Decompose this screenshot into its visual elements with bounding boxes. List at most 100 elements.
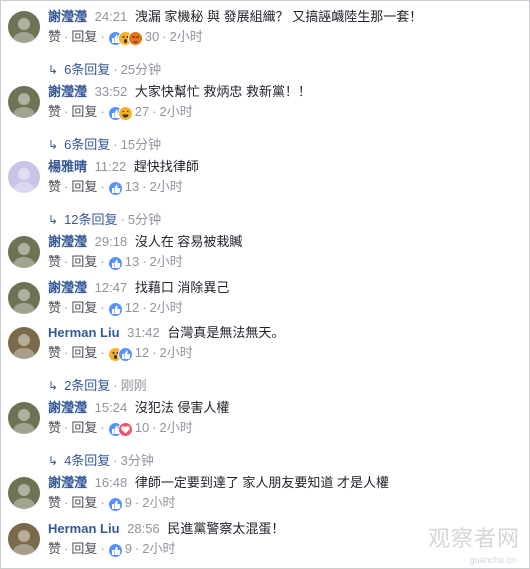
reaction-count[interactable]: 27	[135, 104, 149, 119]
avatar[interactable]	[8, 11, 40, 43]
video-timestamp[interactable]: 29:18	[95, 234, 128, 249]
avatar[interactable]	[8, 282, 40, 314]
like-reaction-icon	[107, 542, 123, 558]
video-timestamp[interactable]: 11:22	[95, 159, 127, 174]
replies-count[interactable]: 2条回复	[64, 378, 110, 393]
haha-reaction-icon	[117, 105, 133, 121]
reaction-count[interactable]: 9	[125, 541, 132, 556]
comment-time[interactable]: 2小时	[150, 179, 183, 194]
reactions-summary[interactable]	[107, 255, 123, 271]
reply-button[interactable]: 回复	[71, 541, 97, 556]
reply-button[interactable]: 回复	[71, 254, 97, 269]
comment-time[interactable]: 2小时	[142, 541, 175, 556]
watermark-url: guancha.cn	[469, 555, 516, 565]
video-timestamp[interactable]: 24:21	[95, 9, 128, 24]
video-timestamp[interactable]: 31:42	[127, 325, 160, 340]
reply-arrow-icon: ↳	[48, 379, 59, 393]
reactions-summary[interactable]	[107, 105, 133, 121]
comment-time[interactable]: 2小时	[160, 345, 193, 360]
like-button[interactable]: 赞	[48, 541, 61, 556]
view-replies-link[interactable]: ↳ 6条回复 · 25分钟	[48, 61, 161, 79]
like-button[interactable]: 赞	[48, 104, 61, 119]
reply-button[interactable]: 回复	[71, 179, 97, 194]
view-replies-link[interactable]: ↳ 12条回复 · 5分钟	[48, 211, 161, 229]
like-reaction-icon	[117, 346, 133, 362]
video-timestamp[interactable]: 28:56	[127, 521, 160, 536]
like-button[interactable]: 赞	[48, 29, 61, 44]
replies-count[interactable]: 6条回复	[64, 62, 110, 77]
reactions-summary[interactable]	[107, 346, 133, 362]
replies-time: 15分钟	[120, 137, 162, 152]
comment-time[interactable]: 2小时	[160, 104, 193, 119]
comment-author[interactable]: 謝瀅瀅	[48, 9, 87, 24]
comment-text: 趕快找律師	[133, 159, 199, 174]
like-button[interactable]: 赞	[48, 420, 61, 435]
like-button[interactable]: 赞	[48, 254, 61, 269]
avatar[interactable]	[8, 523, 40, 555]
reactions-summary[interactable]	[107, 496, 123, 512]
comment-time[interactable]: 2小时	[150, 300, 183, 315]
replies-count[interactable]: 12条回复	[64, 212, 117, 227]
angry-reaction-icon	[127, 30, 143, 46]
comment-author[interactable]: 謝瀅瀅	[48, 234, 87, 249]
comment-author[interactable]: 謝瀅瀅	[48, 84, 87, 99]
reply-button[interactable]: 回复	[71, 420, 97, 435]
reaction-count[interactable]: 12	[125, 300, 139, 315]
reactions-summary[interactable]	[107, 30, 143, 46]
reaction-count[interactable]: 9	[125, 495, 132, 510]
avatar[interactable]	[8, 402, 40, 434]
reply-button[interactable]: 回复	[71, 345, 97, 360]
like-button[interactable]: 赞	[48, 345, 61, 360]
avatar[interactable]	[8, 161, 40, 193]
reply-arrow-icon: ↳	[48, 454, 59, 468]
comment-text: 沒犯法 侵害人權	[134, 400, 230, 415]
reactions-summary[interactable]	[107, 180, 123, 196]
comment-text: 律師一定要到達了 家人朋友要知道 才是人權	[134, 475, 390, 490]
comment-text: 沒人在 容易被栽贓	[134, 234, 243, 249]
comment-author[interactable]: 謝瀅瀅	[48, 280, 87, 295]
reply-button[interactable]: 回复	[71, 300, 97, 315]
avatar[interactable]	[8, 477, 40, 509]
like-reaction-icon	[107, 255, 123, 271]
comment-author[interactable]: 楊雅晴	[48, 159, 87, 174]
reaction-count[interactable]: 13	[125, 254, 139, 269]
reactions-summary[interactable]	[107, 421, 133, 437]
comment-time[interactable]: 2小时	[142, 495, 175, 510]
reply-arrow-icon: ↳	[48, 213, 59, 227]
video-timestamp[interactable]: 15:24	[95, 400, 128, 415]
reply-button[interactable]: 回复	[71, 495, 97, 510]
reaction-count[interactable]: 30	[145, 29, 159, 44]
like-button[interactable]: 赞	[48, 495, 61, 510]
comment-author[interactable]: Herman Liu	[48, 325, 120, 340]
comment-text: 找藉口 消除異己	[134, 280, 230, 295]
like-button[interactable]: 赞	[48, 179, 61, 194]
reactions-summary[interactable]	[107, 542, 123, 558]
reply-button[interactable]: 回复	[71, 29, 97, 44]
comment-time[interactable]: 2小时	[150, 254, 183, 269]
comment-time[interactable]: 2小时	[160, 420, 193, 435]
view-replies-link[interactable]: ↳ 4条回复 · 3分钟	[48, 452, 154, 470]
avatar[interactable]	[8, 327, 40, 359]
video-timestamp[interactable]: 16:48	[95, 475, 128, 490]
video-timestamp[interactable]: 12:47	[95, 280, 128, 295]
like-button[interactable]: 赞	[48, 300, 61, 315]
avatar[interactable]	[8, 86, 40, 118]
view-replies-link[interactable]: ↳ 2条回复 · 刚刚	[48, 377, 147, 395]
comment-time[interactable]: 2小时	[170, 29, 203, 44]
like-reaction-icon	[107, 496, 123, 512]
reaction-count[interactable]: 10	[135, 420, 149, 435]
replies-time: 3分钟	[120, 453, 154, 468]
replies-count[interactable]: 4条回复	[64, 453, 110, 468]
video-timestamp[interactable]: 33:52	[95, 84, 128, 99]
reaction-count[interactable]: 13	[125, 179, 139, 194]
view-replies-link[interactable]: ↳ 6条回复 · 15分钟	[48, 136, 161, 154]
comment-author[interactable]: Herman Liu	[48, 521, 120, 536]
replies-count[interactable]: 6条回复	[64, 137, 110, 152]
reactions-summary[interactable]	[107, 301, 123, 317]
reply-button[interactable]: 回复	[71, 104, 97, 119]
comment-author[interactable]: 謝瀅瀅	[48, 475, 87, 490]
reaction-count[interactable]: 12	[135, 345, 149, 360]
avatar[interactable]	[8, 236, 40, 268]
comment-text: 洩漏 家機秘 與 發展組織？ 又搞誣衊陸生那一套！	[134, 9, 423, 24]
comment-author[interactable]: 謝瀅瀅	[48, 400, 87, 415]
